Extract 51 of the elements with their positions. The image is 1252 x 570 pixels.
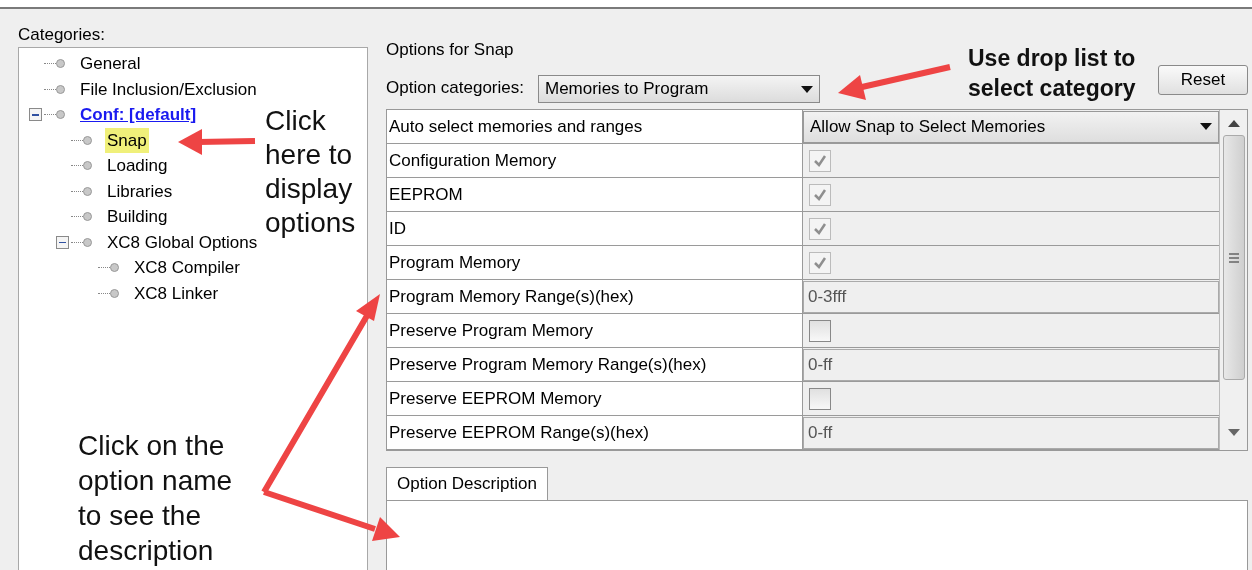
scroll-thumb[interactable]: [1222, 135, 1245, 380]
tree-item[interactable]: Loading: [105, 153, 170, 179]
option-name[interactable]: Preserve EEPROM Range(s)(hex): [387, 416, 803, 449]
annotation-text: Click on the option name to see the description: [78, 429, 234, 568]
bullet-icon: [56, 59, 65, 69]
bullet-icon: [83, 161, 92, 171]
bullet-icon: [83, 186, 92, 196]
annotation-text: Use drop list to select category: [968, 44, 1137, 103]
option-name[interactable]: Preserve Program Memory Range(s)(hex): [387, 348, 803, 381]
option-dropdown[interactable]: Allow Snap to Select Memories: [803, 110, 1219, 143]
check-icon: [813, 221, 827, 236]
caret-icon: [1200, 123, 1212, 130]
scroll-up-icon[interactable]: [1227, 120, 1240, 127]
tree-item[interactable]: File Inclusion/Exclusion: [78, 76, 259, 102]
check-icon: [813, 153, 827, 168]
option-value-field[interactable]: 0-ff: [803, 416, 1219, 449]
collapse-toggle-icon[interactable]: [29, 108, 42, 122]
option-name[interactable]: Program Memory Range(s)(hex): [387, 280, 803, 313]
option-description-tab[interactable]: Option Description: [386, 467, 548, 500]
annotation-text: Click here to display options: [265, 104, 357, 240]
option-categories-label: Option categories:: [386, 76, 524, 99]
reset-button[interactable]: Reset: [1158, 65, 1248, 95]
bullet-icon: [56, 110, 65, 120]
tree-item[interactable]: XC8 Linker: [132, 280, 221, 306]
checkbox[interactable]: [809, 387, 831, 410]
check-icon: [813, 187, 827, 202]
bullet-icon: [110, 263, 119, 273]
scroll-down-icon[interactable]: [1227, 429, 1240, 436]
tree-item[interactable]: Snap: [105, 127, 149, 153]
bullet-icon: [83, 135, 92, 145]
scrollbar[interactable]: [1219, 110, 1247, 450]
category-dropdown[interactable]: Memories to Program: [537, 75, 820, 103]
bullet-icon: [83, 212, 92, 222]
tree-item[interactable]: Libraries: [105, 178, 175, 204]
bullet-icon: [83, 237, 92, 247]
caret-icon: [800, 85, 813, 93]
tree-item[interactable]: XC8 Global Options: [105, 229, 260, 255]
categories-label: Categories:: [18, 24, 106, 46]
option-value-field[interactable]: 0-3fff: [803, 280, 1219, 313]
grip-icon: [1227, 251, 1240, 264]
tree-item[interactable]: XC8 Compiler: [132, 255, 242, 281]
tree-item[interactable]: Conf: [default]: [78, 102, 199, 128]
bullet-icon: [56, 84, 65, 94]
check-icon: [813, 255, 827, 270]
tree-item[interactable]: Building: [105, 204, 170, 230]
bullet-icon: [110, 288, 119, 298]
options-title: Options for Snap: [386, 39, 514, 61]
tree-item[interactable]: General: [78, 51, 143, 77]
option-value-field[interactable]: 0-ff: [803, 348, 1219, 381]
collapse-toggle-icon[interactable]: [56, 235, 69, 249]
checkbox[interactable]: [809, 319, 831, 342]
